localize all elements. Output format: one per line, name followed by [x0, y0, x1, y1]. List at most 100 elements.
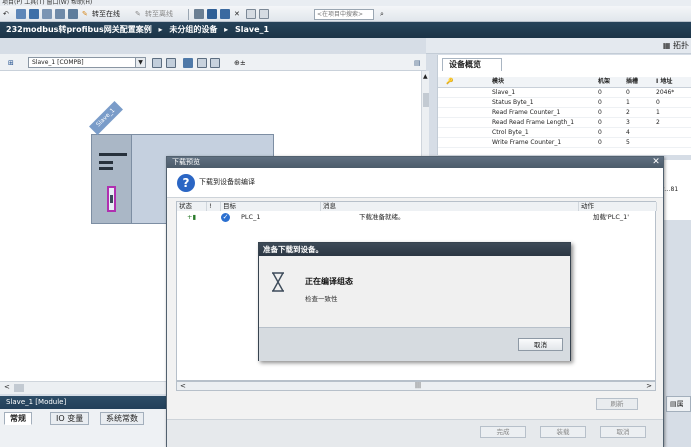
progress-footer: 取消 [259, 327, 570, 361]
cell-module: Write Frame Counter_1 [492, 139, 562, 146]
grid-icon[interactable] [197, 58, 207, 68]
split-vertical-icon[interactable] [259, 9, 269, 19]
cell-rack: 0 [598, 99, 602, 106]
dialog-horizontal-scrollbar[interactable]: < ||| > [176, 381, 656, 391]
table-row[interactable]: Write Frame Counter_1 0 5 [438, 138, 691, 148]
split-horizontal-icon[interactable] [246, 9, 256, 19]
cell-module: Status Byte_1 [492, 99, 534, 106]
go-offline-button[interactable]: 转至离线 [145, 8, 173, 20]
refresh-button[interactable]: 刷新 [596, 398, 638, 410]
scroll-thumb[interactable] [423, 93, 429, 107]
dialog-footer: 完成 装载 取消 [167, 419, 663, 447]
breadcrumb-project[interactable]: 232modbus转profibus网关配置案例 [6, 25, 152, 34]
dialog-header: ? 下载到设备前编译 [167, 168, 663, 198]
tab-properties[interactable]: ▤属 [666, 396, 691, 412]
undo-icon[interactable]: ↶ [3, 8, 9, 20]
cell-slot: 2 [626, 109, 630, 116]
show-module-labels-icon[interactable] [166, 58, 176, 68]
breadcrumb-group[interactable]: 未分组的设备 [169, 25, 217, 34]
table-row[interactable]: Read Read Frame Length_1 0 3 2 [438, 118, 691, 128]
expand-icon[interactable]: +▮ [187, 212, 196, 223]
scroll-thumb[interactable]: ||| [415, 382, 421, 390]
row-action[interactable]: 加载'PLC_1' [593, 212, 629, 223]
scroll-left-icon[interactable]: < [4, 383, 10, 391]
cross-reference-icon[interactable] [207, 9, 217, 19]
cancel-compile-button[interactable]: 取消 [518, 338, 563, 351]
scroll-up-icon[interactable]: ▲ [423, 73, 428, 80]
upload-icon[interactable] [68, 9, 78, 19]
module-bar [99, 167, 113, 170]
filter-icon[interactable]: 🔑 [446, 77, 453, 87]
column-module[interactable]: 模块 [492, 77, 592, 87]
search-icon[interactable]: ⌕ [380, 8, 384, 20]
accessible-devices-icon[interactable] [194, 9, 204, 19]
cell-rack: 0 [598, 89, 602, 96]
device-view-icon[interactable]: ⊞ [8, 57, 14, 69]
cell-rack: 0 [598, 129, 602, 136]
table-row[interactable]: Slave_1 0 0 2046* [438, 88, 691, 98]
column-i-address[interactable]: I 地址 [656, 77, 691, 87]
go-online-button[interactable]: 转至在线 [92, 8, 120, 20]
table-header: 🔑 模块 机架 插槽 I 地址 [438, 77, 691, 88]
project-search-input[interactable] [314, 9, 374, 20]
cell-slot: 1 [626, 99, 630, 106]
table-icon[interactable] [210, 58, 220, 68]
tab-io-tags[interactable]: IO 变量 [50, 412, 90, 425]
finish-button[interactable]: 完成 [480, 426, 526, 438]
save-icon[interactable] [16, 9, 26, 19]
column-flag[interactable]: ! [207, 202, 221, 211]
go-online-icon: ✎ [82, 10, 88, 18]
table-row[interactable]: Ctrol Byte_1 0 4 [438, 128, 691, 138]
progress-status: 正在编译组态 [305, 277, 353, 286]
view-switch-bar: ▦ 拓扑 [426, 38, 691, 54]
cell-module: Read Read Frame Length_1 [492, 119, 575, 126]
tab-general[interactable]: 常规 [4, 412, 32, 425]
device-editor-toolbar: ⊞ Slave_1 [COMPB] ▼ ⊕± ▤ [0, 54, 426, 71]
column-status[interactable]: 状态 [177, 202, 207, 211]
column-target[interactable]: 目标 [221, 202, 321, 211]
cell-i-address: 2 [656, 119, 660, 126]
compile-icon[interactable] [42, 9, 52, 19]
zoom-icon[interactable]: ⊕± [234, 57, 246, 69]
device-selector[interactable]: Slave_1 [COMPB] ▼ [28, 57, 146, 68]
topology-view-tab[interactable]: ▦ 拓扑 [663, 40, 689, 51]
table-row[interactable]: Read Frame Counter_1 0 2 1 [438, 108, 691, 118]
properties-icon: ▤ [670, 400, 677, 408]
table-row[interactable]: Status Byte_1 0 1 0 [438, 98, 691, 108]
monitor-icon[interactable] [220, 9, 230, 19]
load-button[interactable]: 装载 [540, 426, 586, 438]
progress-detail: 检查一致性 [305, 295, 338, 303]
column-message[interactable]: 消息 [321, 202, 579, 211]
scroll-left-icon[interactable]: < [180, 382, 186, 390]
column-slot[interactable]: 插槽 [626, 77, 648, 87]
dialog-heading: 下载到设备前编译 [199, 178, 255, 186]
column-action[interactable]: 动作 [579, 202, 657, 211]
chevron-down-icon[interactable]: ▼ [135, 58, 145, 67]
cell-module: Slave_1 [492, 89, 516, 96]
tab-device-overview[interactable]: 设备概览 [442, 58, 502, 71]
tab-system-constants[interactable]: 系统常数 [100, 412, 144, 425]
row-target: PLC_1 [241, 213, 261, 221]
breadcrumb-device[interactable]: Slave_1 [235, 25, 269, 34]
progress-title: 准备下载到设备。 [259, 243, 570, 256]
column-rack[interactable]: 机架 [598, 77, 620, 87]
topology-icon: ▦ [662, 41, 671, 50]
slot-highlight[interactable] [107, 186, 116, 212]
copy-icon[interactable] [29, 9, 39, 19]
slot-pin [110, 195, 113, 203]
device-overview-panel: 设备概览 🔑 模块 机架 插槽 I 地址 Slave_1 0 0 2046* S… [437, 55, 691, 155]
dialog-title: 下载预览 [167, 157, 663, 168]
cancel-button[interactable]: 取消 [600, 426, 646, 438]
overview-panel-icon[interactable]: ▤ [414, 57, 421, 69]
cell-module: Ctrol Byte_1 [492, 129, 529, 136]
cell-i-address: 2046* [656, 89, 675, 96]
scroll-thumb[interactable] [14, 384, 24, 392]
draw-tool-icon[interactable] [183, 58, 193, 68]
device-properties-icon[interactable] [152, 58, 162, 68]
cell-rack: 0 [598, 139, 602, 146]
download-icon[interactable] [55, 9, 65, 19]
ready-check-icon: ✓ [221, 213, 230, 222]
scroll-right-icon[interactable]: > [646, 382, 652, 390]
close-icon[interactable]: ✕ [651, 157, 661, 168]
close-editor-icon[interactable]: ✕ [234, 8, 240, 20]
